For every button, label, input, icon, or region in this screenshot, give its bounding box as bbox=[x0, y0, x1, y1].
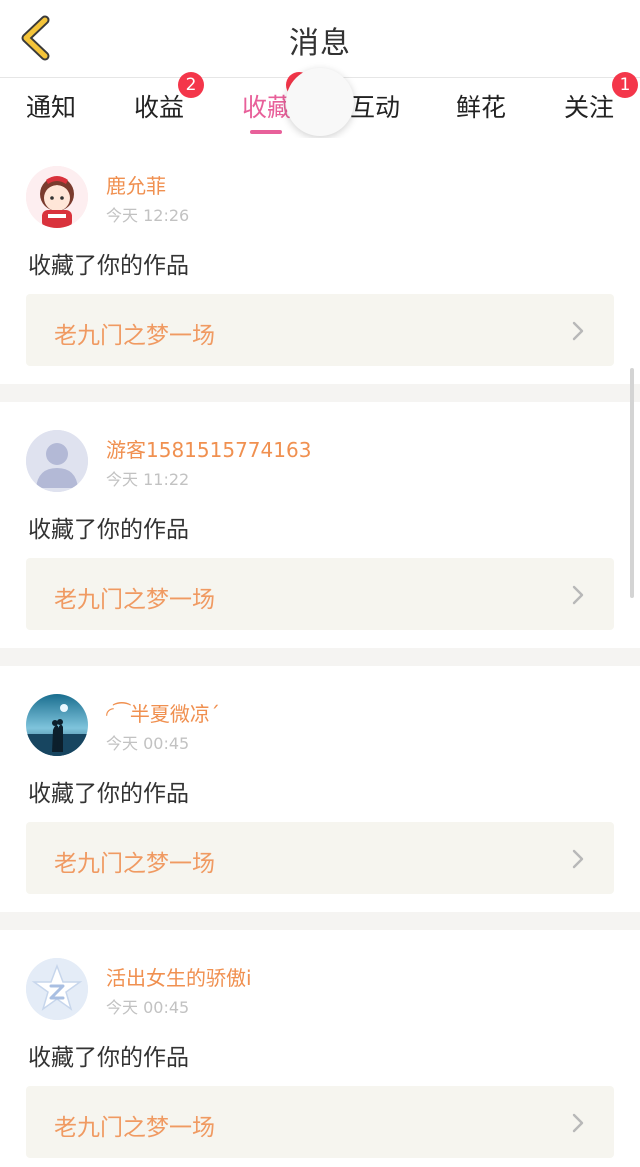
work-title: 老九门之梦一场 bbox=[54, 851, 215, 877]
action-text: 收藏了你的作品 bbox=[28, 517, 189, 543]
timestamp: 今天 11:22 bbox=[106, 470, 190, 489]
tab-label: 收藏 bbox=[242, 93, 293, 122]
timestamp: 今天 00:45 bbox=[106, 998, 190, 1017]
tab-favorites[interactable]: 收藏 bbox=[242, 72, 312, 134]
divider bbox=[0, 384, 640, 402]
divider bbox=[0, 648, 640, 666]
list-item: 鹿允菲 今天 12:26 收藏了你的作品 老九门之梦一场 bbox=[0, 138, 640, 384]
action-text: 收藏了你的作品 bbox=[28, 253, 189, 279]
list-item: 游客1581515774163 今天 11:22 收藏了你的作品 老九门之梦一场 bbox=[0, 402, 640, 648]
work-link[interactable]: 老九门之梦一场 bbox=[26, 1086, 614, 1158]
action-text: 收藏了你的作品 bbox=[28, 781, 189, 807]
tab-flowers[interactable]: 鲜花 bbox=[456, 88, 506, 134]
tab-badge: 1 bbox=[612, 72, 638, 98]
username[interactable]: 鹿允菲 bbox=[106, 170, 166, 199]
work-title: 老九门之梦一场 bbox=[54, 1115, 215, 1141]
active-tab-indicator bbox=[250, 130, 282, 134]
page-title: 消息 bbox=[289, 26, 351, 61]
work-title: 老九门之梦一场 bbox=[54, 587, 215, 613]
avatar[interactable] bbox=[26, 694, 88, 756]
username[interactable]: ◜⁀半夏微凉´ bbox=[106, 698, 220, 727]
tab-label: 收益 bbox=[134, 93, 185, 122]
qzone-star-avatar-icon bbox=[26, 958, 88, 1020]
work-link[interactable]: 老九门之梦一场 bbox=[26, 294, 614, 366]
cartoon-girl-avatar-icon bbox=[26, 166, 88, 228]
timestamp: 今天 00:45 bbox=[106, 734, 190, 753]
chevron-right-icon bbox=[572, 849, 584, 869]
work-link[interactable]: 老九门之梦一场 bbox=[26, 822, 614, 894]
work-title: 老九门之梦一场 bbox=[54, 323, 215, 349]
chevron-right-icon bbox=[572, 585, 584, 605]
avatar[interactable] bbox=[26, 166, 88, 228]
divider bbox=[0, 912, 640, 930]
username[interactable]: 游客1581515774163 bbox=[106, 434, 311, 463]
avatar[interactable] bbox=[26, 958, 88, 1020]
list-item: 活出女生的骄傲i 今天 00:45 收藏了你的作品 老九门之梦一场 bbox=[0, 930, 640, 1167]
tab-notifications[interactable]: 通知 bbox=[26, 88, 76, 134]
default-user-avatar-icon bbox=[26, 430, 88, 492]
action-text: 收藏了你的作品 bbox=[28, 1045, 189, 1071]
scrollbar[interactable] bbox=[630, 368, 634, 598]
tab-earnings[interactable]: 收益 2 bbox=[134, 72, 204, 134]
work-link[interactable]: 老九门之梦一场 bbox=[26, 558, 614, 630]
message-list: 鹿允菲 今天 12:26 收藏了你的作品 老九门之梦一场 游客158151577… bbox=[0, 138, 640, 1167]
floating-touch-button[interactable] bbox=[286, 68, 354, 136]
tab-label: 互动 bbox=[350, 93, 401, 122]
chevron-right-icon bbox=[572, 1113, 584, 1133]
tab-label: 关注 bbox=[564, 93, 615, 122]
list-item: ◜⁀半夏微凉´ 今天 00:45 收藏了你的作品 老九门之梦一场 bbox=[0, 666, 640, 912]
username[interactable]: 活出女生的骄傲i bbox=[106, 962, 252, 991]
tab-label: 通知 bbox=[26, 93, 77, 122]
avatar[interactable] bbox=[26, 430, 88, 492]
timestamp: 今天 12:26 bbox=[106, 206, 190, 225]
tab-label: 鲜花 bbox=[456, 93, 507, 122]
chevron-right-icon bbox=[572, 321, 584, 341]
couple-sea-avatar-icon bbox=[26, 694, 88, 756]
tab-follows[interactable]: 关注 1 bbox=[564, 72, 638, 134]
top-bar: 消息 bbox=[0, 0, 640, 78]
tab-interactions[interactable]: 互动 bbox=[350, 88, 400, 134]
tab-badge: 2 bbox=[178, 72, 204, 98]
